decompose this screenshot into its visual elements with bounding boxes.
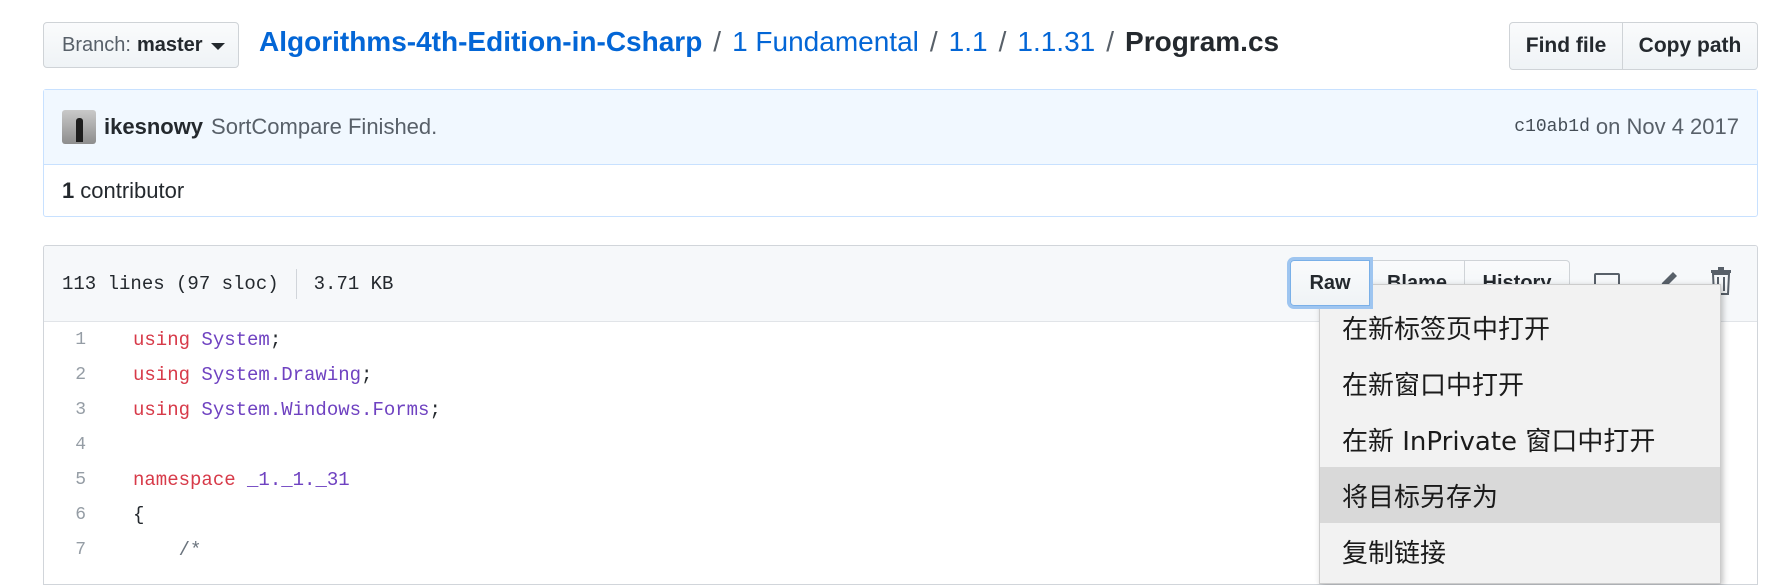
raw-button[interactable]: Raw — [1290, 260, 1370, 306]
code-keyword: namespace — [133, 468, 236, 491]
context-menu-save-target-as[interactable]: 将目标另存为 — [1320, 467, 1720, 523]
commit-sha-link[interactable]: c10ab1d — [1514, 117, 1590, 137]
breadcrumb-repo-link[interactable]: Algorithms-4th-Edition-in-Csharp — [259, 26, 702, 58]
copy-path-button[interactable]: Copy path — [1623, 22, 1758, 70]
code-keyword: using — [133, 328, 191, 351]
line-number[interactable]: 6 — [44, 505, 116, 525]
contributors-count: 1 — [62, 177, 75, 203]
breadcrumb-link-1-1[interactable]: 1.1 — [949, 26, 988, 58]
line-number[interactable]: 3 — [44, 400, 116, 420]
context-menu-open-new-tab[interactable]: 在新标签页中打开 — [1320, 299, 1720, 355]
code-punct: ; — [269, 328, 282, 351]
breadcrumb-separator: / — [713, 26, 722, 57]
contributors-label: contributor — [80, 177, 185, 203]
breadcrumb-current-file: Program.cs — [1125, 26, 1280, 57]
context-menu-open-new-window[interactable]: 在新窗口中打开 — [1320, 355, 1720, 411]
branch-selector[interactable]: Branch: master — [43, 22, 239, 68]
line-number[interactable]: 1 — [44, 330, 116, 350]
contributors-summary[interactable]: 1 contributor — [44, 165, 1757, 216]
code-punct: ; — [429, 398, 441, 421]
line-number[interactable]: 5 — [44, 470, 116, 490]
latest-commit-box: ikesnowy SortCompare Finished. c10ab1d o… — [43, 89, 1758, 217]
code-keyword: using — [133, 398, 191, 421]
context-menu-open-inprivate[interactable]: 在新 InPrivate 窗口中打开 — [1320, 411, 1720, 467]
code-text: System.Windows.Forms — [190, 398, 430, 421]
file-line-count: 113 lines (97 sloc) — [62, 272, 279, 295]
branch-value: master — [136, 33, 203, 56]
avatar[interactable] — [62, 110, 96, 144]
line-number[interactable]: 4 — [44, 435, 116, 455]
file-actions-group: Find file Copy path — [1509, 22, 1758, 70]
commit-meta: c10ab1d on Nov 4 2017 — [1514, 114, 1739, 140]
code-text: _1._1._31 — [235, 468, 350, 491]
breadcrumb-link-fundamental[interactable]: 1 Fundamental — [732, 26, 919, 58]
context-menu-copy-link[interactable]: 复制链接 — [1320, 523, 1720, 579]
breadcrumb-separator: / — [998, 26, 1007, 57]
commit-header: ikesnowy SortCompare Finished. c10ab1d o… — [44, 90, 1757, 165]
branch-label: Branch: — [62, 33, 131, 56]
breadcrumb-separator: / — [929, 26, 938, 57]
commit-message[interactable]: SortCompare Finished. — [211, 114, 437, 140]
caret-down-icon — [210, 43, 225, 50]
code-comment: /* — [133, 538, 202, 561]
commit-author-link[interactable]: ikesnowy — [104, 114, 203, 140]
breadcrumb-separator: / — [1106, 26, 1115, 57]
code-punct: { — [133, 503, 145, 526]
code-punct: ; — [361, 363, 373, 386]
breadcrumb-link-1-1-31[interactable]: 1.1.31 — [1017, 26, 1095, 58]
line-number[interactable]: 7 — [44, 540, 116, 560]
line-number[interactable]: 2 — [44, 365, 116, 385]
context-menu: 在新标签页中打开 在新窗口中打开 在新 InPrivate 窗口中打开 将目标另… — [1319, 284, 1721, 584]
file-size: 3.71 KB — [313, 272, 394, 295]
commit-date: on Nov 4 2017 — [1595, 114, 1739, 139]
code-text: System — [190, 328, 270, 351]
file-info: 113 lines (97 sloc) 3.71 KB — [62, 268, 394, 299]
find-file-button[interactable]: Find file — [1509, 22, 1623, 70]
divider — [295, 268, 297, 299]
breadcrumb: Algorithms-4th-Edition-in-Csharp / 1 Fun… — [259, 26, 1279, 58]
code-text: System.Drawing — [190, 363, 362, 386]
code-keyword: using — [133, 363, 191, 386]
